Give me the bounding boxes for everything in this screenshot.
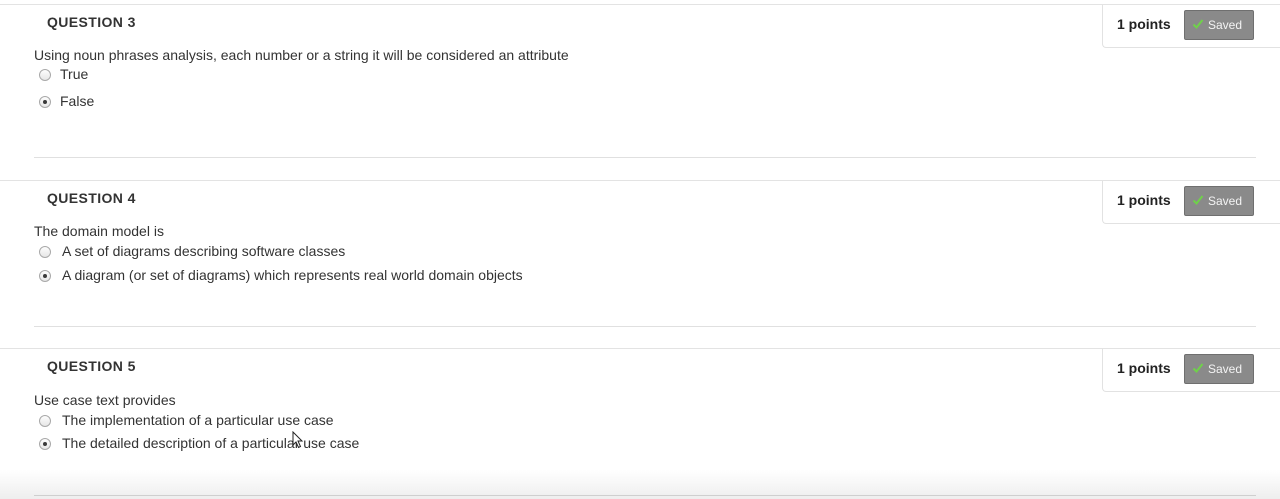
answer-label: True: [60, 66, 89, 82]
question-title: QUESTION 5: [47, 358, 136, 374]
checkmark-icon: [1192, 195, 1204, 205]
answer-option-2[interactable]: A diagram (or set of diagrams) which rep…: [39, 267, 599, 285]
points-panel: 1 points Saved: [1102, 349, 1280, 392]
question-top-border: [0, 348, 1280, 349]
question-title: QUESTION 4: [47, 190, 136, 206]
question-4: QUESTION 4 1 points Saved The domain mod…: [0, 180, 1280, 348]
question-top-border: [0, 180, 1280, 181]
points-panel: 1 points Saved: [1102, 181, 1280, 224]
checkmark-icon: [1192, 19, 1204, 29]
saved-status-text: Saved: [1208, 18, 1243, 32]
answer-option-2[interactable]: The detailed description of a particular…: [39, 435, 419, 453]
answer-option-1[interactable]: The implementation of a particular use c…: [39, 412, 419, 430]
answer-option-1[interactable]: A set of diagrams describing software cl…: [39, 243, 599, 261]
radio-button[interactable]: [39, 246, 51, 258]
points-panel: 1 points Saved: [1102, 5, 1280, 48]
radio-button-selected[interactable]: [39, 438, 51, 450]
points-label: 1 points: [1117, 192, 1171, 208]
radio-button[interactable]: [39, 69, 51, 81]
question-text: The domain model is: [34, 223, 164, 239]
mouse-pointer-icon: [292, 431, 304, 449]
question-divider: [34, 157, 1256, 158]
question-title: QUESTION 3: [47, 14, 136, 30]
points-label: 1 points: [1117, 360, 1171, 376]
points-label: 1 points: [1117, 16, 1171, 32]
question-divider: [34, 326, 1256, 327]
radio-button-selected[interactable]: [39, 96, 51, 108]
answer-option-true[interactable]: True: [39, 66, 239, 84]
question-text: Using noun phrases analysis, each number…: [34, 47, 569, 63]
answer-label: False: [60, 93, 95, 109]
saved-status-text: Saved: [1208, 362, 1243, 376]
question-divider: [34, 495, 1256, 496]
answer-option-false[interactable]: False: [39, 93, 239, 111]
saved-status-badge: Saved: [1184, 186, 1254, 216]
radio-button[interactable]: [39, 415, 51, 427]
question-text: Use case text provides: [34, 392, 176, 408]
question-3: QUESTION 3 1 points Saved Using noun phr…: [0, 4, 1280, 180]
answer-label: A set of diagrams describing software cl…: [62, 243, 346, 259]
saved-status-text: Saved: [1208, 194, 1243, 208]
answer-label: The implementation of a particular use c…: [62, 412, 334, 428]
answer-label: The detailed description of a particular…: [62, 435, 360, 451]
saved-status-badge: Saved: [1184, 10, 1254, 40]
answer-label: A diagram (or set of diagrams) which rep…: [62, 267, 523, 283]
saved-status-badge: Saved: [1184, 354, 1254, 384]
checkmark-icon: [1192, 363, 1204, 373]
question-5: QUESTION 5 1 points Saved Use case text …: [0, 348, 1280, 468]
question-top-border: [0, 4, 1280, 5]
radio-button-selected[interactable]: [39, 270, 51, 282]
